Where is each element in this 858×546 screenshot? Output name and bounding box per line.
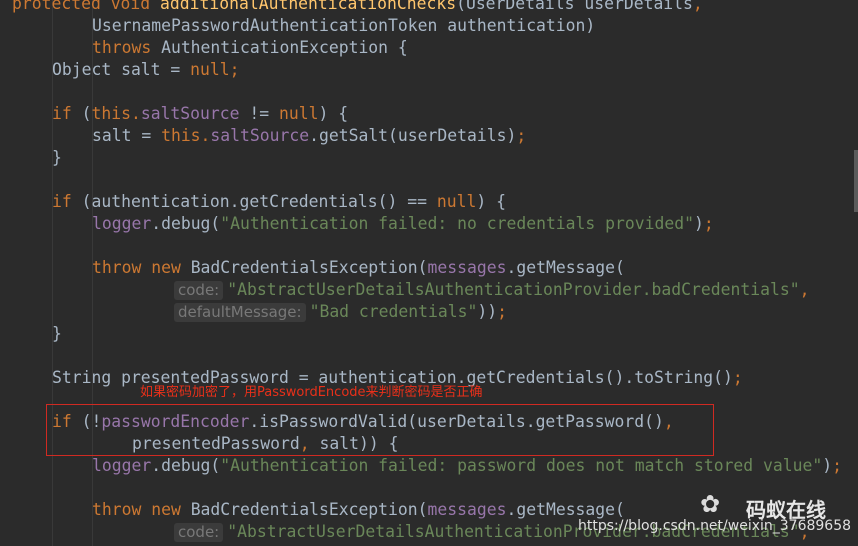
wechat-logo-icon: ✿	[700, 490, 721, 518]
code-token: null	[279, 104, 319, 123]
code-token: Object salt =	[52, 60, 191, 79]
code-line[interactable]: if (this.saltSource != null) {	[52, 103, 348, 125]
code-token: void	[110, 0, 161, 13]
code-token: .debug(	[151, 214, 221, 233]
code-token: )	[693, 214, 704, 233]
code-token: saltSource	[210, 126, 310, 145]
code-line[interactable]: logger.debug("Authentication failed: no …	[92, 213, 714, 235]
code-token: .getSalt(userDetails)	[309, 126, 517, 145]
code-token: salt =	[92, 126, 162, 145]
code-token: protected	[12, 0, 111, 13]
code-line[interactable]: protected void additionalAuthenticationC…	[12, 0, 703, 15]
code-token: .debug(	[151, 456, 221, 475]
code-line[interactable]: logger.debug("Authentication failed: pas…	[92, 455, 842, 477]
parameter-hint: code:	[174, 523, 224, 542]
code-token: }	[52, 148, 62, 167]
code-line[interactable]: salt = this.saltSource.getSalt(userDetai…	[92, 125, 526, 147]
annotation-note: 如果密码加密了，用PasswordEncode来判断密码是否正确	[140, 385, 483, 400]
code-token: saltSource	[140, 104, 240, 123]
code-line[interactable]: if (authentication.getCredentials() == n…	[52, 191, 506, 213]
code-token: !=	[239, 104, 279, 123]
code-token: throw new	[92, 258, 191, 277]
code-token: throws	[92, 38, 162, 57]
code-line[interactable]: UsernamePasswordAuthenticationToken auth…	[92, 15, 595, 37]
code-line[interactable]: defaultMessage: "Bad credentials"));	[174, 301, 507, 323]
code-token: AuthenticationException {	[161, 38, 408, 57]
parameter-hint: defaultMessage:	[174, 303, 306, 322]
code-line[interactable]: Object salt = null;	[52, 59, 240, 81]
code-token: }	[52, 324, 62, 343]
code-token: "Authentication failed: password does no…	[220, 456, 823, 475]
code-token: ,	[799, 280, 810, 299]
code-token: BadCredentialsException(	[190, 500, 428, 519]
code-token: .getMessage(	[506, 258, 625, 277]
code-token: UsernamePasswordAuthenticationToken auth…	[92, 16, 596, 35]
code-token: messages	[427, 500, 507, 519]
code-line[interactable]: }	[52, 323, 62, 345]
indent-guide	[52, 0, 53, 546]
code-token: logger	[92, 456, 152, 475]
code-token: additionalAuthenticationChecks	[160, 0, 457, 13]
highlight-box	[46, 404, 714, 456]
code-token: ;	[832, 456, 842, 475]
code-token: ;	[497, 302, 507, 321]
code-token: ;	[703, 214, 714, 233]
code-editor[interactable]: protected void additionalAuthenticationC…	[0, 0, 858, 546]
code-token: (UserDetails userDetails	[456, 0, 693, 13]
code-token: null	[436, 192, 477, 211]
code-line[interactable]: throws AuthenticationException {	[92, 37, 408, 59]
code-token: ;	[732, 368, 743, 387]
code-token: if	[52, 104, 82, 123]
code-token: ) {	[476, 192, 506, 211]
code-token: )	[822, 456, 833, 475]
watermark-url: https://blog.csdn.net/weixin_37689658	[578, 518, 852, 534]
code-token: BadCredentialsException(	[190, 258, 428, 277]
code-token: null;	[190, 60, 240, 79]
code-token: ,	[692, 0, 703, 13]
code-token: (	[81, 104, 92, 123]
code-token: "AbstractUserDetailsAuthenticationProvid…	[227, 280, 800, 299]
code-line[interactable]: throw new BadCredentialsException(messag…	[92, 257, 625, 279]
parameter-hint: code:	[174, 281, 224, 300]
code-token: ;	[516, 126, 527, 145]
code-token: "Authentication failed: no credentials p…	[220, 214, 694, 233]
code-token: messages	[427, 258, 507, 277]
code-token: ) {	[318, 104, 349, 123]
code-token: "Bad credentials"	[309, 302, 478, 321]
code-token: throw new	[92, 500, 191, 519]
code-token: .getMessage(	[506, 500, 625, 519]
code-line[interactable]: }	[52, 147, 62, 169]
code-token: ))	[477, 302, 498, 321]
code-token: this.	[91, 104, 141, 123]
scrollbar-thumb[interactable]	[854, 150, 858, 212]
code-line[interactable]: code: "AbstractUserDetailsAuthenticationP…	[174, 279, 809, 301]
code-token: this.	[161, 126, 211, 145]
code-token: if	[52, 192, 82, 211]
code-token: logger	[92, 214, 152, 233]
code-line[interactable]: throw new BadCredentialsException(messag…	[92, 499, 625, 521]
code-token: (authentication.getCredentials() ==	[81, 192, 437, 211]
